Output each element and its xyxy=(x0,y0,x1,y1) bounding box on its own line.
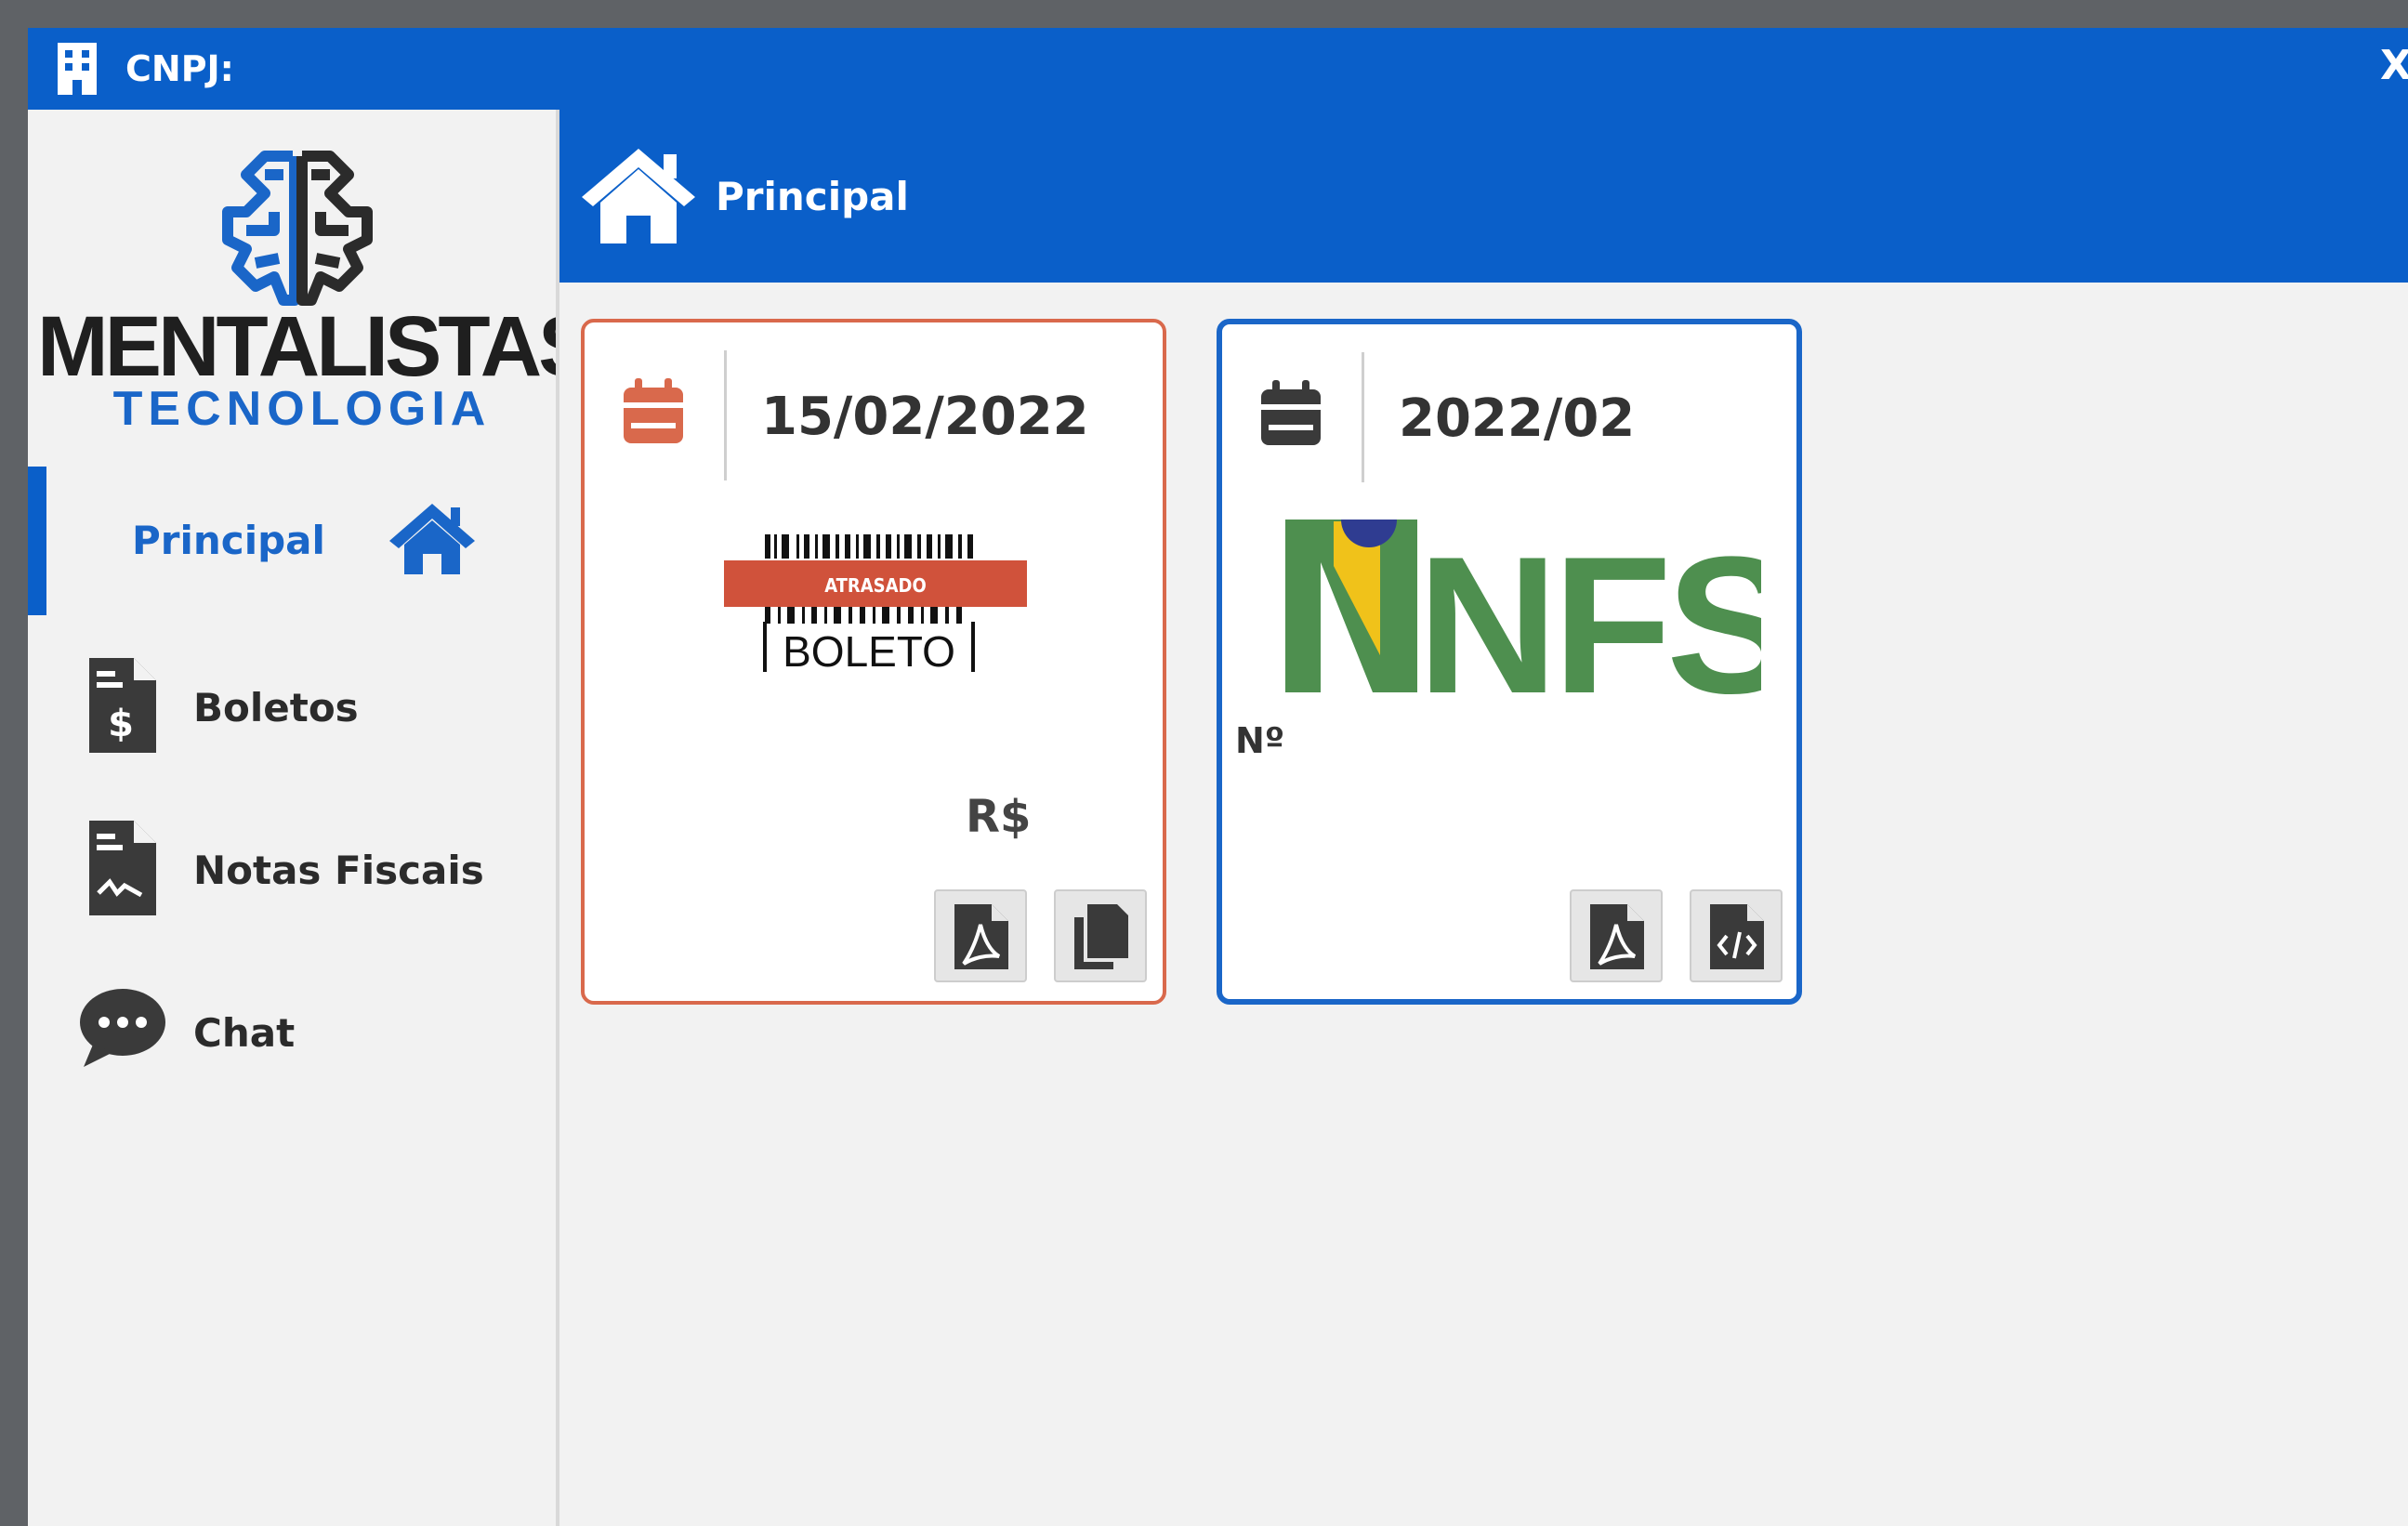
page-title: Principal xyxy=(716,174,909,219)
calendar-icon xyxy=(1261,380,1321,445)
xml-code-icon xyxy=(1710,904,1764,969)
overdue-badge: ATRASADO xyxy=(824,574,927,597)
competence-date: 2022/02 xyxy=(1399,388,1636,449)
home-icon xyxy=(582,149,695,243)
brand-subtitle: TECNOLOGIA xyxy=(112,382,492,436)
brand-name: MENTALISTAS xyxy=(37,299,596,394)
boleto-card[interactable]: 15/02/2022 ATRASADO BOLETO R$ xyxy=(581,319,1166,1005)
title-bar: CNPJ: X xyxy=(28,28,2408,110)
due-date: 15/02/2022 xyxy=(761,387,1089,447)
copy-button[interactable] xyxy=(1054,889,1147,982)
sidebar-item-notas-fiscais[interactable]: Notas Fiscais xyxy=(28,806,556,954)
nfse-logo-text: NFSe xyxy=(1417,516,1761,705)
invoice-number-label: Nº xyxy=(1235,720,1285,761)
xml-button[interactable] xyxy=(1690,889,1783,982)
svg-text:$: $ xyxy=(108,703,134,745)
boleto-document-icon: $ xyxy=(89,658,156,753)
chat-bubble-icon xyxy=(80,989,165,1067)
sidebar-item-principal[interactable]: Principal xyxy=(28,467,556,615)
page-header: Principal xyxy=(559,110,2408,283)
calendar-icon xyxy=(624,378,683,443)
sidebar-item-label: Notas Fiscais xyxy=(193,848,484,893)
window-frame-left xyxy=(0,0,28,1526)
window-frame-top xyxy=(0,0,2408,28)
card-divider xyxy=(724,350,727,480)
nfse-card[interactable]: 2022/02 NFSe Nº xyxy=(1217,319,1802,1005)
pdf-icon xyxy=(954,904,1008,969)
nfse-logo: NFSe xyxy=(1285,516,1761,705)
brain-logo-icon xyxy=(222,151,373,306)
card-divider xyxy=(1362,352,1364,482)
pdf-button[interactable] xyxy=(934,889,1027,982)
amount: R$ xyxy=(966,791,1032,843)
home-icon xyxy=(389,504,475,574)
sidebar-item-boletos[interactable]: $ Boletos xyxy=(28,643,556,792)
building-icon xyxy=(58,43,97,95)
sidebar-item-label: Boletos xyxy=(193,685,359,730)
boleto-label: BOLETO xyxy=(783,627,955,676)
close-button[interactable]: X xyxy=(2380,43,2408,89)
active-indicator xyxy=(28,467,46,615)
boleto-barcode-icon: ATRASADO BOLETO xyxy=(724,534,1027,676)
pdf-button[interactable] xyxy=(1570,889,1663,982)
sidebar-item-label: Principal xyxy=(132,518,325,563)
invoice-document-icon xyxy=(89,821,156,915)
sidebar-item-label: Chat xyxy=(193,1010,296,1056)
sidebar: MENTALISTAS TECNOLOGIA Principal $ Bolet… xyxy=(28,110,596,1526)
copy-icon xyxy=(1074,904,1128,969)
pdf-icon xyxy=(1590,904,1644,969)
sidebar-item-chat[interactable]: Chat xyxy=(28,968,556,1117)
window-title: CNPJ: xyxy=(125,48,234,89)
